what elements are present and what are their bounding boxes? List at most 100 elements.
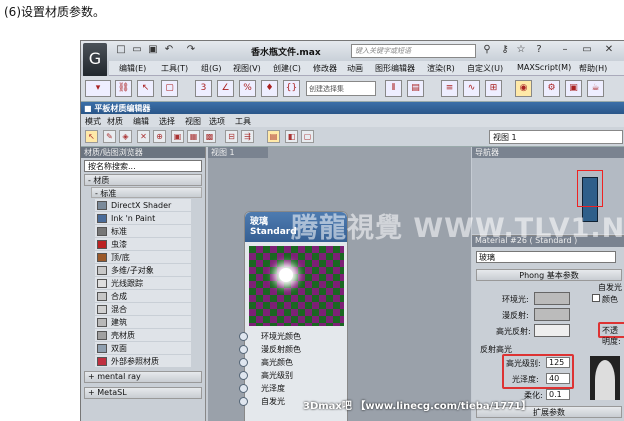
slot-socket-icon[interactable] — [239, 397, 248, 406]
named-selection-set[interactable]: 创建选择集 — [306, 81, 376, 96]
sme-menu-select[interactable]: 选择 — [159, 116, 175, 127]
select-region-icon[interactable]: ▢ — [161, 80, 178, 97]
sme-menu-edit[interactable]: 编辑 — [133, 116, 149, 127]
node-slot[interactable]: 环境光颜色 — [239, 330, 347, 343]
menu-animation[interactable]: 动画 — [347, 63, 363, 74]
render-icon[interactable]: ☕ — [587, 80, 604, 97]
menu-create[interactable]: 创建(C) — [273, 63, 301, 74]
spec-level-value[interactable]: 125 — [546, 357, 570, 368]
material-list-item[interactable]: 多维/子对象 — [95, 264, 191, 277]
render-frame-icon[interactable]: ▣ — [565, 80, 582, 97]
slot-socket-icon[interactable] — [239, 384, 248, 393]
restore-icon[interactable]: ▭ — [581, 44, 593, 56]
material-list-item[interactable]: 合成 — [95, 290, 191, 303]
sme-menu-options[interactable]: 选项 — [209, 116, 225, 127]
category-mental-ray[interactable]: + mental ray — [84, 371, 202, 383]
material-editor-icon[interactable]: ◉ — [515, 80, 532, 97]
menu-edit[interactable]: 编辑(E) — [119, 63, 146, 74]
node-slot[interactable]: 高光级别 — [239, 369, 347, 382]
new-file-icon[interactable]: □ — [115, 44, 127, 56]
curve-editor-icon[interactable]: ∿ — [463, 80, 480, 97]
ambient-swatch[interactable] — [534, 292, 570, 305]
params-icon[interactable]: ▤ — [267, 130, 280, 143]
sme-menu-material[interactable]: 材质 — [107, 116, 123, 127]
undo-button[interactable]: ▾ — [85, 80, 111, 97]
node-slot[interactable]: 高光颜色 — [239, 356, 347, 369]
eyedropper-icon[interactable]: ✎ — [103, 130, 116, 143]
layout-icon[interactable]: ⊟ — [225, 130, 238, 143]
diffuse-swatch[interactable] — [534, 308, 570, 321]
slot-socket-icon[interactable] — [239, 345, 248, 354]
select-by-material-icon[interactable]: ◧ — [285, 130, 298, 143]
slot-socket-icon[interactable] — [239, 371, 248, 380]
specular-swatch[interactable] — [534, 324, 570, 337]
undo-icon[interactable]: ↶ — [163, 44, 175, 56]
menu-graph-editors[interactable]: 图形编辑器 — [375, 63, 415, 74]
node-slot[interactable]: 光泽度 — [239, 382, 347, 395]
browser-search-input[interactable]: 按名称搜索... — [84, 160, 202, 172]
category-metasl[interactable]: + MetaSL — [84, 387, 202, 399]
menu-maxscript[interactable]: MAXScript(M) — [517, 63, 571, 72]
layout-children-icon[interactable]: ⇶ — [241, 130, 254, 143]
rollout-phong-basic[interactable]: Phong 基本参数 — [476, 269, 622, 281]
navigator-viewport[interactable] — [577, 170, 603, 207]
snap-icon[interactable]: 3 — [195, 80, 212, 97]
link-icon[interactable]: ⛓ — [115, 80, 132, 97]
category-materials[interactable]: - 材质 — [84, 174, 202, 186]
key-icon[interactable]: ⚷ — [499, 44, 511, 56]
menu-group[interactable]: 组(G) — [201, 63, 221, 74]
color-checkbox[interactable] — [592, 294, 600, 302]
material-list-item[interactable]: 光线跟踪 — [95, 277, 191, 290]
delete-icon[interactable]: ✕ — [137, 130, 150, 143]
schematic-icon[interactable]: ⊞ — [485, 80, 502, 97]
save-icon[interactable]: ▣ — [147, 44, 159, 56]
sme-menu-mode[interactable]: 模式 — [85, 116, 101, 127]
menu-views[interactable]: 视图(V) — [233, 63, 261, 74]
move-children-icon[interactable]: ⊕ — [153, 130, 166, 143]
minimize-icon[interactable]: – — [559, 44, 571, 56]
open-file-icon[interactable]: ▭ — [131, 44, 143, 56]
soften-value[interactable]: 0.1 — [546, 389, 570, 400]
material-list-item[interactable]: 虫漆 — [95, 238, 191, 251]
redo-icon[interactable]: ↷ — [185, 44, 197, 56]
select-icon[interactable]: ↖ — [137, 80, 154, 97]
help-search-input[interactable]: 键入关键字或短语 — [351, 44, 476, 58]
material-list-item[interactable]: 顶/底 — [95, 251, 191, 264]
menu-modifiers[interactable]: 修改器 — [313, 63, 337, 74]
menu-help[interactable]: 帮助(H) — [579, 63, 607, 74]
sme-menu-view[interactable]: 视图 — [185, 116, 201, 127]
node-slot[interactable]: 漫反射颜色 — [239, 343, 347, 356]
show-map-icon[interactable]: ▩ — [203, 130, 216, 143]
edit-named-sets-icon[interactable]: {} — [283, 80, 300, 97]
material-list-item[interactable]: DirectX Shader — [95, 199, 191, 212]
app-logo[interactable]: G — [83, 43, 107, 77]
menu-tools[interactable]: 工具(T) — [161, 63, 188, 74]
category-standard[interactable]: - 标准 — [91, 187, 202, 198]
binoculars-icon[interactable]: ⚲ — [481, 44, 493, 56]
put-library-icon[interactable]: ▣ — [171, 130, 184, 143]
sme-menu-tools[interactable]: 工具 — [235, 116, 251, 127]
slot-socket-icon[interactable] — [239, 358, 248, 367]
nav-icon[interactable]: ▢ — [301, 130, 314, 143]
assign-material-icon[interactable]: ◈ — [119, 130, 132, 143]
view-select[interactable]: 视图 1 — [489, 130, 623, 144]
slot-socket-icon[interactable] — [239, 332, 248, 341]
material-list-item[interactable]: 建筑 — [95, 316, 191, 329]
layer-icon[interactable]: ≡ — [441, 80, 458, 97]
menu-rendering[interactable]: 渲染(R) — [427, 63, 455, 74]
align-icon[interactable]: ▤ — [407, 80, 424, 97]
view-tab[interactable]: 视图 1 — [208, 147, 268, 158]
material-list-item[interactable]: 标准 — [95, 225, 191, 238]
pick-icon[interactable]: ↖ — [85, 130, 98, 143]
close-icon[interactable]: ✕ — [603, 44, 615, 56]
percent-snap-icon[interactable]: % — [239, 80, 256, 97]
gloss-value[interactable]: 40 — [546, 373, 570, 384]
material-list-item[interactable]: 双面 — [95, 342, 191, 355]
node-view[interactable]: 视图 1 玻璃 Standard 环境光颜色 漫反射颜色 高光颜色 高光级别 光泽度 自发光 — [208, 147, 471, 421]
material-name-input[interactable]: 玻璃 — [476, 251, 616, 263]
mirror-icon[interactable]: ⫴ — [385, 80, 402, 97]
star-icon[interactable]: ☆ — [515, 44, 527, 56]
render-setup-icon[interactable]: ⚙ — [543, 80, 560, 97]
material-list-item[interactable]: Ink 'n Paint — [95, 212, 191, 225]
menu-customize[interactable]: 自定义(U) — [467, 63, 503, 74]
